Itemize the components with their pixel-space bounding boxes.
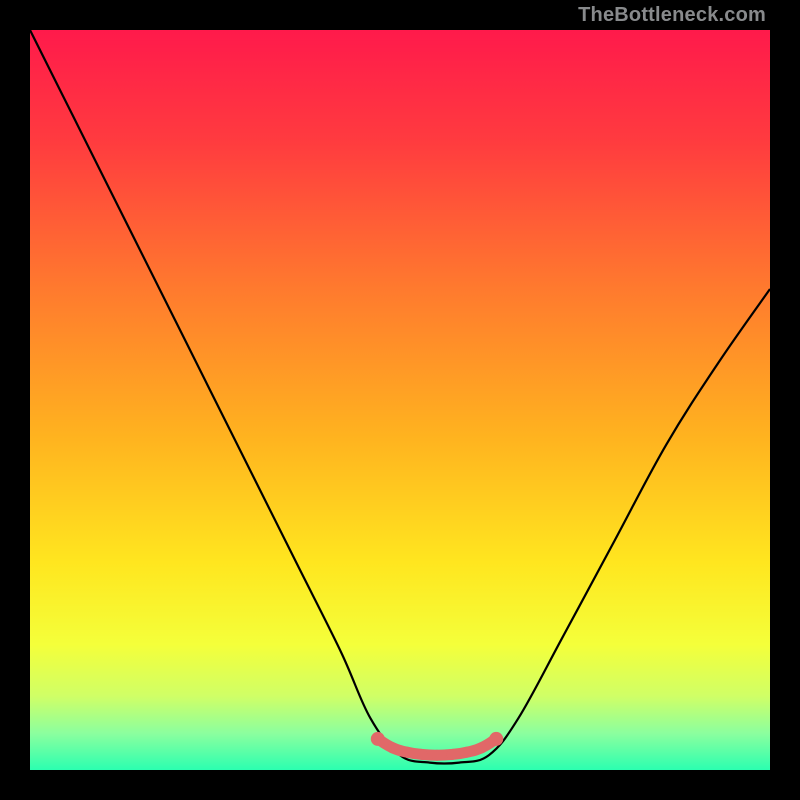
optimal-band-marker bbox=[371, 732, 503, 761]
curve-layer bbox=[30, 30, 770, 770]
chart-container: TheBottleneck.com bbox=[0, 0, 800, 800]
watermark-text: TheBottleneck.com bbox=[578, 4, 766, 27]
plot-area bbox=[30, 30, 770, 770]
bottleneck-curve bbox=[30, 30, 770, 764]
